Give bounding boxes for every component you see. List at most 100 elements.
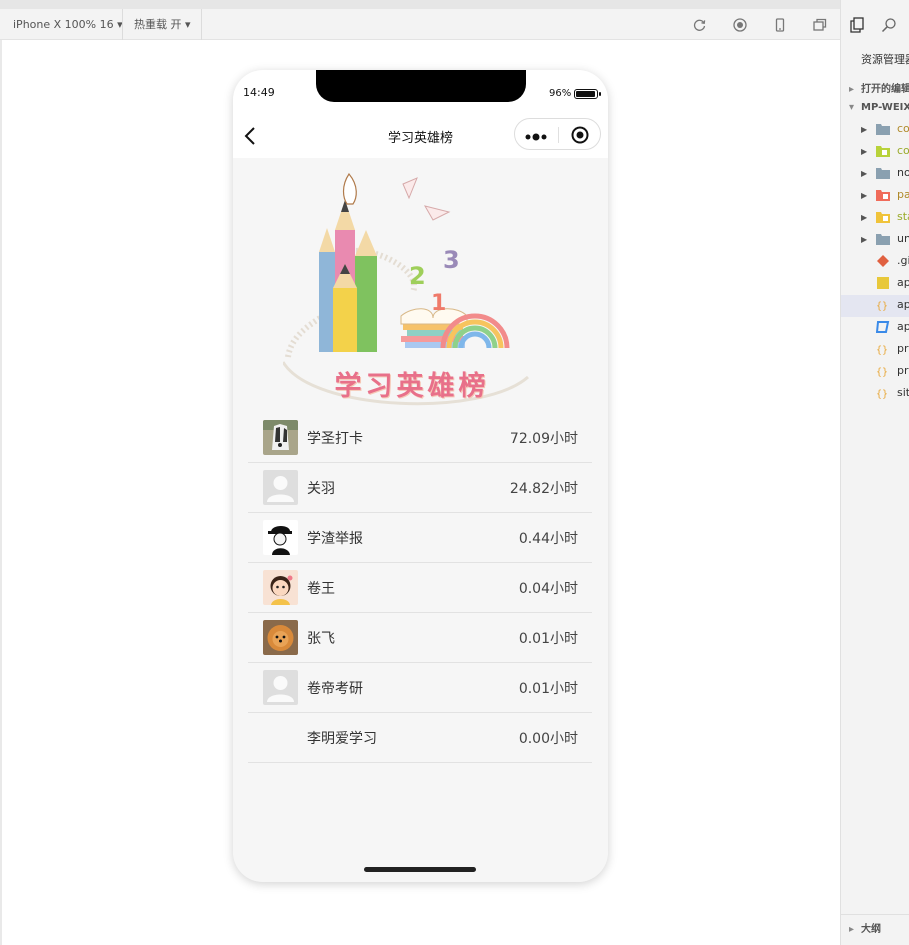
tree-item-label: co <box>897 144 909 157</box>
study-hours: 0.01小时 <box>518 681 578 697</box>
tree-item-label: sta <box>897 210 909 223</box>
chevron-down-icon: ▾ <box>849 102 855 113</box>
tree-item[interactable]: ap <box>861 317 909 339</box>
device-selector[interactable]: iPhone X 100% 16 ▾ <box>3 9 133 40</box>
leaderboard-row[interactable]: 卷王 0.04小时 <box>248 563 592 613</box>
json-file-icon: {} <box>876 389 888 399</box>
tree-item[interactable]: ▶ pa <box>861 185 909 207</box>
digit-three: 3 <box>443 246 460 274</box>
search-icon[interactable] <box>881 17 897 33</box>
phone-icon[interactable] <box>773 18 787 32</box>
digit-two: 2 <box>409 262 426 290</box>
tree-item-label: ap <box>897 320 909 333</box>
chevron-right-icon: ▶ <box>861 235 868 244</box>
left-gutter <box>0 40 2 945</box>
hero-banner: 2 3 1 学习英雄榜 <box>281 172 533 412</box>
leaderboard-row[interactable]: 学渣举报 0.44小时 <box>248 513 592 563</box>
tree-item-label: pa <box>897 188 909 201</box>
record-icon[interactable] <box>733 18 747 32</box>
hot-reload-toggle[interactable]: 热重载 开 ▾ <box>124 9 201 40</box>
pages-folder-icon <box>876 190 890 201</box>
folder-icon <box>876 168 890 179</box>
study-hours: 0.44小时 <box>518 531 578 547</box>
tree-item-label: co <box>897 122 909 135</box>
phone-notch <box>316 70 526 102</box>
status-bar: 14:49 96% <box>233 70 608 114</box>
tree-item-label: .gi <box>897 254 909 267</box>
user-name: 张飞 <box>307 631 335 647</box>
chevron-right-icon: ▶ <box>861 213 868 222</box>
svg-text:{}: {} <box>876 301 888 311</box>
study-hours: 72.09小时 <box>509 431 578 447</box>
tree-item-label: un <box>897 232 909 245</box>
window-popout-icon[interactable] <box>813 18 827 32</box>
tree-item-label: pr <box>897 342 909 355</box>
git-icon <box>877 255 889 267</box>
study-hours: 0.01小时 <box>518 631 578 647</box>
tree-item-label: ap <box>897 276 909 289</box>
sidebar-toolbar <box>841 9 909 40</box>
more-dots-icon[interactable] <box>525 128 549 141</box>
project-section[interactable]: ▾ MP-WEIXIN <box>849 102 909 113</box>
json-file-icon: {} <box>876 345 888 355</box>
user-name: 李明爱学习 <box>307 731 377 747</box>
leaderboard-row[interactable]: 张飞 0.01小时 <box>248 613 592 663</box>
user-name: 关羽 <box>307 481 335 497</box>
chevron-right-icon: ▸ <box>849 84 855 95</box>
outline-section[interactable]: ▸ 大纲 <box>841 914 909 938</box>
svg-text:{}: {} <box>876 367 888 377</box>
leaderboard-row[interactable]: 卷帝考研 0.01小时 <box>248 663 592 713</box>
json-file-icon: {} <box>876 367 888 377</box>
project-label: MP-WEIXIN <box>861 102 909 113</box>
rotate-icon[interactable] <box>693 18 707 32</box>
battery-icon <box>574 89 601 99</box>
phone-simulator: 14:49 96% 学习英雄榜 2 3 1 学习英雄榜 学圣打卡 72.09小时… <box>233 70 608 882</box>
close-target-icon[interactable] <box>571 126 589 144</box>
default-avatar <box>263 470 298 505</box>
page-content: 2 3 1 学习英雄榜 学圣打卡 72.09小时 关羽 24.82小时 学渣举报… <box>233 158 608 882</box>
tree-item-label: no <box>897 166 909 179</box>
window-top-strip <box>0 0 909 9</box>
study-hours: 24.82小时 <box>509 481 578 497</box>
user-name: 卷帝考研 <box>307 681 363 697</box>
simulator-toolbar: iPhone X 100% 16 ▾ 热重载 开 ▾ <box>0 9 840 40</box>
open-editors-section[interactable]: ▸ 打开的编辑器 <box>849 80 909 95</box>
explorer-title: 资源管理器 <box>861 53 909 66</box>
silhouette-avatar <box>263 520 298 555</box>
tree-item[interactable]: ap <box>861 273 909 295</box>
leaderboard-row[interactable]: 李明爱学习 0.00小时 <box>248 713 592 763</box>
tree-item[interactable]: ▶ sta <box>861 207 909 229</box>
tree-item[interactable]: {} sit <box>861 383 909 405</box>
chevron-right-icon: ▶ <box>861 125 868 134</box>
user-name: 卷王 <box>307 581 335 597</box>
css-file-icon <box>876 321 890 333</box>
static-folder-icon <box>876 212 890 223</box>
tree-item[interactable]: {} pr <box>861 339 909 361</box>
chevron-right-icon: ▸ <box>849 924 855 935</box>
study-hours: 0.04小时 <box>518 581 578 597</box>
digit-one: 1 <box>431 291 446 316</box>
leaderboard-row[interactable]: 学圣打卡 72.09小时 <box>248 413 592 463</box>
tree-item[interactable]: ▶ co <box>861 141 909 163</box>
default-avatar <box>263 670 298 705</box>
tree-item[interactable]: {} pr <box>861 361 909 383</box>
folder-icon <box>876 124 890 135</box>
toolbar-divider <box>122 9 123 40</box>
open-editors-label: 打开的编辑器 <box>861 84 909 95</box>
miniprogram-capsule <box>514 118 601 150</box>
explorer-sidebar: 资源管理器 ▸打开的编辑器 ▾MP-WEIXIN ▶ co ▶ co ▶ no … <box>840 0 909 945</box>
outline-label: 大纲 <box>861 924 881 935</box>
components-folder-icon <box>876 146 890 157</box>
tree-item-selected[interactable]: {} ap <box>841 295 909 317</box>
files-icon[interactable] <box>849 17 865 33</box>
tree-item[interactable]: ▶ no <box>861 163 909 185</box>
tree-item[interactable]: .gi <box>861 251 909 273</box>
tree-item[interactable]: ▶ un <box>861 229 909 251</box>
nav-bar: 学习英雄榜 <box>233 114 608 158</box>
tree-item[interactable]: ▶ co <box>861 119 909 141</box>
leaderboard-list: 学圣打卡 72.09小时 关羽 24.82小时 学渣举报 0.44小时 卷王 0… <box>248 413 592 763</box>
capsule-divider <box>558 127 559 143</box>
home-indicator <box>364 867 476 872</box>
tree-item-label: ap <box>897 298 909 311</box>
leaderboard-row[interactable]: 关羽 24.82小时 <box>248 463 592 513</box>
